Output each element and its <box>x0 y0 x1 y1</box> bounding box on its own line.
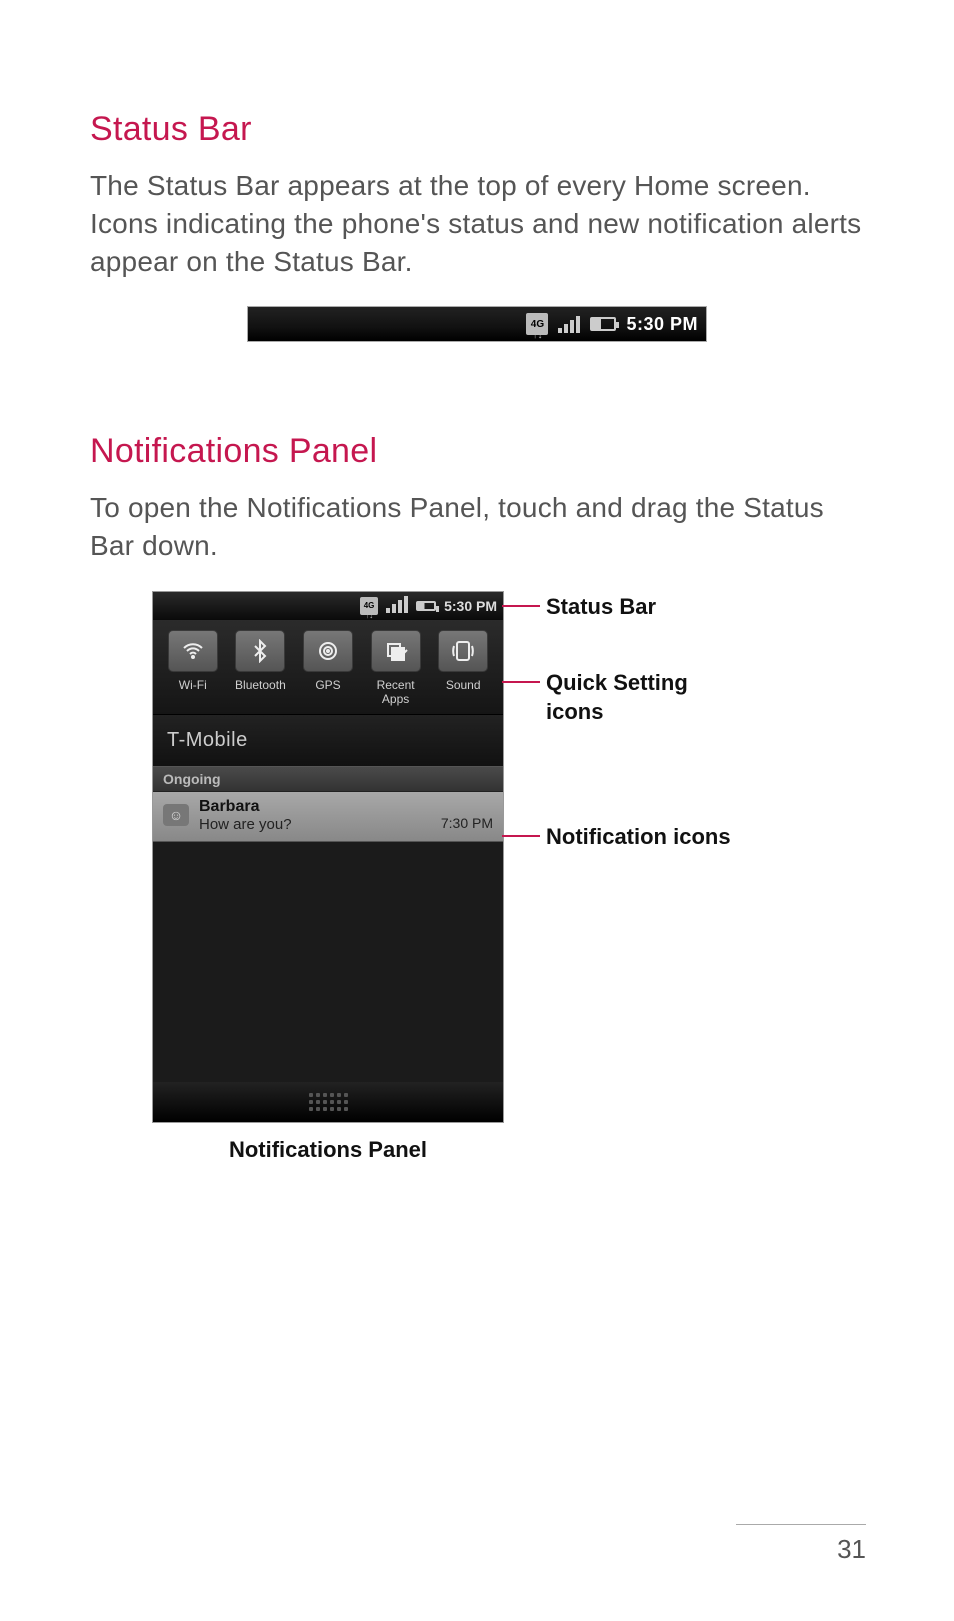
annotation-line <box>502 605 540 607</box>
phone-screenshot: 4G ↑↓ 5:30 PM Wi-Fi <box>152 591 504 1123</box>
annotation-quick-settings: Quick Setting icons <box>546 669 746 726</box>
heading-status-bar: Status Bar <box>90 110 864 149</box>
bluetooth-icon <box>235 630 285 672</box>
4g-icon: 4G ↑↓ <box>526 313 548 335</box>
notification-title: Barbara <box>199 798 431 816</box>
quick-setting-recent-apps[interactable]: Recent Apps <box>366 630 426 706</box>
battery-icon <box>416 601 436 611</box>
quick-setting-wifi[interactable]: Wi-Fi <box>163 630 223 706</box>
4g-icon-label: 4G <box>531 319 544 330</box>
figure-status-bar-small: 4G ↑↓ 5:30 PM <box>247 306 707 342</box>
quick-setting-sound[interactable]: Sound <box>433 630 493 706</box>
quick-setting-label: Sound <box>433 678 493 692</box>
signal-icon <box>386 599 408 613</box>
quick-setting-label: Bluetooth <box>230 678 290 692</box>
notification-row[interactable]: ☺ Barbara How are you? 7:30 PM <box>153 792 503 842</box>
quick-setting-label: GPS <box>298 678 358 692</box>
notification-subtitle: How are you? <box>199 816 431 833</box>
quick-settings-row: Wi-Fi Bluetooth GPS <box>153 620 503 715</box>
page-number: 31 <box>837 1534 866 1565</box>
figure-notifications-panel: 4G ↑↓ 5:30 PM Wi-Fi <box>90 591 864 1163</box>
4g-icon-label: 4G <box>364 601 375 610</box>
message-icon: ☺ <box>163 804 189 826</box>
footer-rule <box>736 1524 866 1525</box>
annotation-statusbar: Status Bar <box>546 593 656 622</box>
drag-handle-icon <box>309 1093 348 1111</box>
status-time: 5:30 PM <box>626 314 698 335</box>
data-arrows-icon: ↑↓ <box>532 330 542 341</box>
phone-status-bar[interactable]: 4G ↑↓ 5:30 PM <box>153 592 503 620</box>
gps-icon <box>303 630 353 672</box>
heading-notifications-panel: Notifications Panel <box>90 432 864 471</box>
body-status-bar: The Status Bar appears at the top of eve… <box>90 167 864 280</box>
data-arrows-icon: ↑↓ <box>365 611 373 620</box>
signal-icon <box>558 315 580 333</box>
carrier-label: T-Mobile <box>153 715 503 766</box>
4g-icon: 4G ↑↓ <box>360 597 378 615</box>
panel-drag-handle[interactable] <box>153 1082 503 1122</box>
sound-icon <box>438 630 488 672</box>
wifi-icon <box>168 630 218 672</box>
panel-empty-area <box>153 842 503 1082</box>
annotation-line <box>502 681 540 683</box>
quick-setting-label: Recent Apps <box>366 678 426 706</box>
phone-status-time: 5:30 PM <box>444 598 497 614</box>
ongoing-section-label: Ongoing <box>153 766 503 792</box>
figure-caption: Notifications Panel <box>152 1137 504 1163</box>
battery-icon <box>590 317 616 331</box>
recent-apps-icon <box>371 630 421 672</box>
annotation-line <box>502 835 540 837</box>
quick-setting-label: Wi-Fi <box>163 678 223 692</box>
annotation-notification: Notification icons <box>546 823 746 852</box>
notification-time: 7:30 PM <box>441 815 493 833</box>
quick-setting-bluetooth[interactable]: Bluetooth <box>230 630 290 706</box>
quick-setting-gps[interactable]: GPS <box>298 630 358 706</box>
body-notifications-panel: To open the Notifications Panel, touch a… <box>90 489 864 565</box>
